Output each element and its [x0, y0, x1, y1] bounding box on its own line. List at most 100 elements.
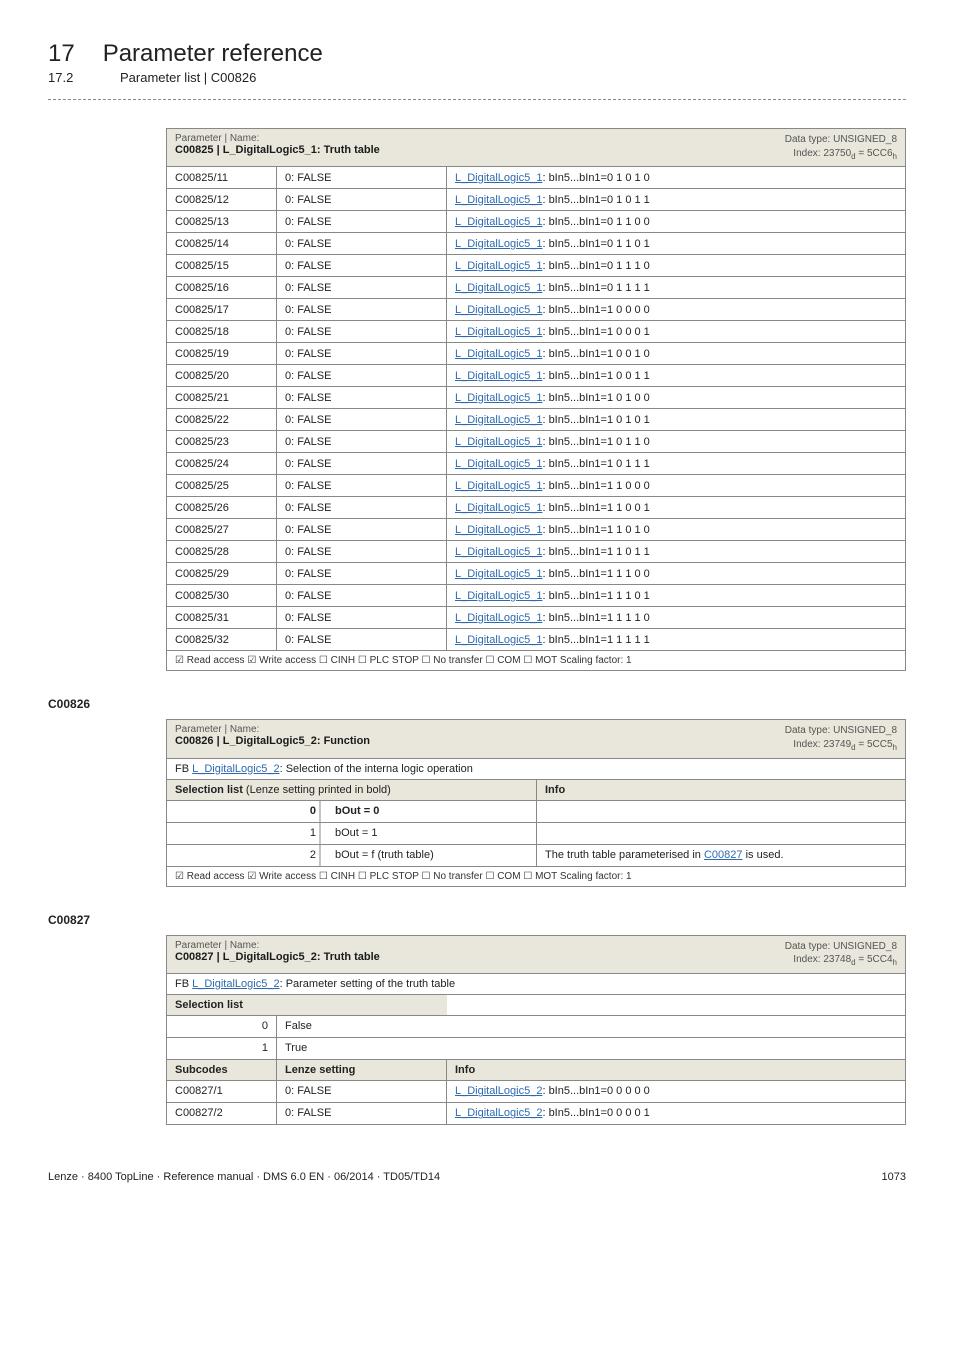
- option-text: True: [277, 1037, 447, 1059]
- logic-link[interactable]: L_DigitalLogic5_1: [455, 194, 542, 206]
- param-code: C00825/15: [167, 255, 277, 277]
- param-description: L_DigitalLogic5_1: bIn5...bIn1=1 0 0 0 1: [447, 321, 906, 343]
- param-code: C00825/31: [167, 607, 277, 629]
- param-value: 0: FALSE: [277, 255, 447, 277]
- param-description: L_DigitalLogic5_1: bIn5...bIn1=0 1 1 0 1: [447, 233, 906, 255]
- data-type: Data type: UNSIGNED_8: [785, 724, 897, 738]
- option-text: bOut = 1: [335, 827, 378, 839]
- param-description: L_DigitalLogic5_2: bIn5...bIn1=0 0 0 0 1: [447, 1102, 906, 1124]
- param-value: 0: FALSE: [277, 233, 447, 255]
- logic-link[interactable]: L_DigitalLogic5_2: [455, 1085, 542, 1097]
- info-link[interactable]: C00827: [704, 849, 743, 861]
- fb-link[interactable]: L_DigitalLogic5_2: [192, 978, 279, 990]
- logic-link[interactable]: L_DigitalLogic5_1: [455, 458, 542, 470]
- info-header: Info: [447, 1059, 906, 1080]
- logic-link[interactable]: L_DigitalLogic5_1: [455, 326, 542, 338]
- logic-link[interactable]: L_DigitalLogic5_1: [455, 392, 542, 404]
- param-title: C00827 | L_DigitalLogic5_2: Truth table: [175, 951, 380, 963]
- param-description: L_DigitalLogic5_1: bIn5...bIn1=0 1 1 1 1: [447, 277, 906, 299]
- table-row: C00825/210: FALSEL_DigitalLogic5_1: bIn5…: [167, 387, 906, 409]
- option-text: False: [277, 1015, 447, 1037]
- logic-link[interactable]: L_DigitalLogic5_1: [455, 524, 542, 536]
- param-code: C00827/1: [167, 1080, 277, 1102]
- table-row: C00825/160: FALSEL_DigitalLogic5_1: bIn5…: [167, 277, 906, 299]
- param-description: L_DigitalLogic5_1: bIn5...bIn1=1 0 1 0 1: [447, 409, 906, 431]
- logic-link[interactable]: L_DigitalLogic5_1: [455, 568, 542, 580]
- logic-link[interactable]: L_DigitalLogic5_2: [455, 1107, 542, 1119]
- logic-link[interactable]: L_DigitalLogic5_1: [455, 260, 542, 272]
- logic-link[interactable]: L_DigitalLogic5_1: [455, 436, 542, 448]
- selection-list-header: Selection list: [167, 994, 447, 1015]
- table-row: C00825/310: FALSEL_DigitalLogic5_1: bIn5…: [167, 607, 906, 629]
- logic-link[interactable]: L_DigitalLogic5_1: [455, 216, 542, 228]
- section-number: 17.2: [48, 70, 92, 85]
- table-row: 1 bOut = 1: [167, 822, 906, 844]
- logic-link[interactable]: L_DigitalLogic5_1: [455, 370, 542, 382]
- subcodes-header: Subcodes: [167, 1059, 277, 1080]
- param-description: L_DigitalLogic5_1: bIn5...bIn1=0 1 1 0 0: [447, 211, 906, 233]
- divider: [48, 99, 906, 100]
- logic-link[interactable]: L_DigitalLogic5_1: [455, 612, 542, 624]
- param-description: L_DigitalLogic5_1: bIn5...bIn1=0 1 0 1 0: [447, 167, 906, 189]
- logic-link[interactable]: L_DigitalLogic5_1: [455, 502, 542, 514]
- table-row: 2bOut = f (truth table)The truth table p…: [167, 844, 906, 866]
- data-type: Data type: UNSIGNED_8: [785, 940, 897, 954]
- param-code: C00825/17: [167, 299, 277, 321]
- param-value: 0: FALSE: [277, 277, 447, 299]
- param-code: C00825/14: [167, 233, 277, 255]
- table-row: C00825/120: FALSEL_DigitalLogic5_1: bIn5…: [167, 189, 906, 211]
- param-code: C00825/13: [167, 211, 277, 233]
- table-row: C00825/190: FALSEL_DigitalLogic5_1: bIn5…: [167, 343, 906, 365]
- param-value: 0: FALSE: [277, 431, 447, 453]
- table-row: C00825/170: FALSEL_DigitalLogic5_1: bIn5…: [167, 299, 906, 321]
- fb-description: FB L_DigitalLogic5_2: Parameter setting …: [167, 973, 906, 994]
- param-description: L_DigitalLogic5_1: bIn5...bIn1=0 1 1 1 0: [447, 255, 906, 277]
- table-row: 0False: [167, 1015, 906, 1037]
- param-value: 0: FALSE: [277, 519, 447, 541]
- param-description: L_DigitalLogic5_1: bIn5...bIn1=1 1 0 0 0: [447, 475, 906, 497]
- logic-link[interactable]: L_DigitalLogic5_1: [455, 414, 542, 426]
- section-title: Parameter list | C00826: [120, 70, 256, 85]
- logic-link[interactable]: L_DigitalLogic5_1: [455, 590, 542, 602]
- param-code: C00825/23: [167, 431, 277, 453]
- param-name-label: Parameter | Name:: [175, 724, 370, 735]
- logic-link[interactable]: L_DigitalLogic5_1: [455, 348, 542, 360]
- param-description: L_DigitalLogic5_1: bIn5...bIn1=1 0 0 0 0: [447, 299, 906, 321]
- table-c00826: Parameter | Name: C00826 | L_DigitalLogi…: [166, 719, 906, 886]
- table-row: C00827/20: FALSEL_DigitalLogic5_2: bIn5.…: [167, 1102, 906, 1124]
- param-code: C00825/25: [167, 475, 277, 497]
- logic-link[interactable]: L_DigitalLogic5_1: [455, 304, 542, 316]
- table-row: C00825/140: FALSEL_DigitalLogic5_1: bIn5…: [167, 233, 906, 255]
- section-c00826-label: C00826: [48, 697, 906, 711]
- logic-link[interactable]: L_DigitalLogic5_1: [455, 282, 542, 294]
- param-description: L_DigitalLogic5_1: bIn5...bIn1=1 1 1 1 1: [447, 629, 906, 651]
- table-row: C00825/130: FALSEL_DigitalLogic5_1: bIn5…: [167, 211, 906, 233]
- logic-link[interactable]: L_DigitalLogic5_1: [455, 634, 542, 646]
- param-value: 0: FALSE: [277, 321, 447, 343]
- param-description: L_DigitalLogic5_1: bIn5...bIn1=1 1 0 1 0: [447, 519, 906, 541]
- param-value: 0: FALSE: [277, 585, 447, 607]
- param-value: 0: FALSE: [277, 365, 447, 387]
- logic-link[interactable]: L_DigitalLogic5_1: [455, 480, 542, 492]
- logic-link[interactable]: L_DigitalLogic5_1: [455, 172, 542, 184]
- logic-link[interactable]: L_DigitalLogic5_1: [455, 238, 542, 250]
- param-value: 0: FALSE: [277, 189, 447, 211]
- access-flags: ☑ Read access ☑ Write access ☐ CINH ☐ PL…: [167, 866, 906, 886]
- table-row: C00825/290: FALSEL_DigitalLogic5_1: bIn5…: [167, 563, 906, 585]
- param-description: L_DigitalLogic5_1: bIn5...bIn1=1 1 0 0 1: [447, 497, 906, 519]
- param-value: 0: FALSE: [277, 453, 447, 475]
- param-code: C00825/24: [167, 453, 277, 475]
- param-description: L_DigitalLogic5_1: bIn5...bIn1=1 1 1 0 0: [447, 563, 906, 585]
- param-description: L_DigitalLogic5_2: bIn5...bIn1=0 0 0 0 0: [447, 1080, 906, 1102]
- option-index: 0: [167, 1015, 277, 1037]
- param-code: C00825/22: [167, 409, 277, 431]
- table-row: C00825/240: FALSEL_DigitalLogic5_1: bIn5…: [167, 453, 906, 475]
- fb-link[interactable]: L_DigitalLogic5_2: [192, 763, 279, 775]
- param-description: L_DigitalLogic5_1: bIn5...bIn1=1 0 0 1 0: [447, 343, 906, 365]
- option-index: 1: [310, 827, 316, 839]
- logic-link[interactable]: L_DigitalLogic5_1: [455, 546, 542, 558]
- option-info: [537, 800, 906, 822]
- table-row: C00825/200: FALSEL_DigitalLogic5_1: bIn5…: [167, 365, 906, 387]
- table-c00827: Parameter | Name: C00827 | L_DigitalLogi…: [166, 935, 906, 1125]
- table-c00825: Parameter | Name: C00825 | L_DigitalLogi…: [166, 128, 906, 671]
